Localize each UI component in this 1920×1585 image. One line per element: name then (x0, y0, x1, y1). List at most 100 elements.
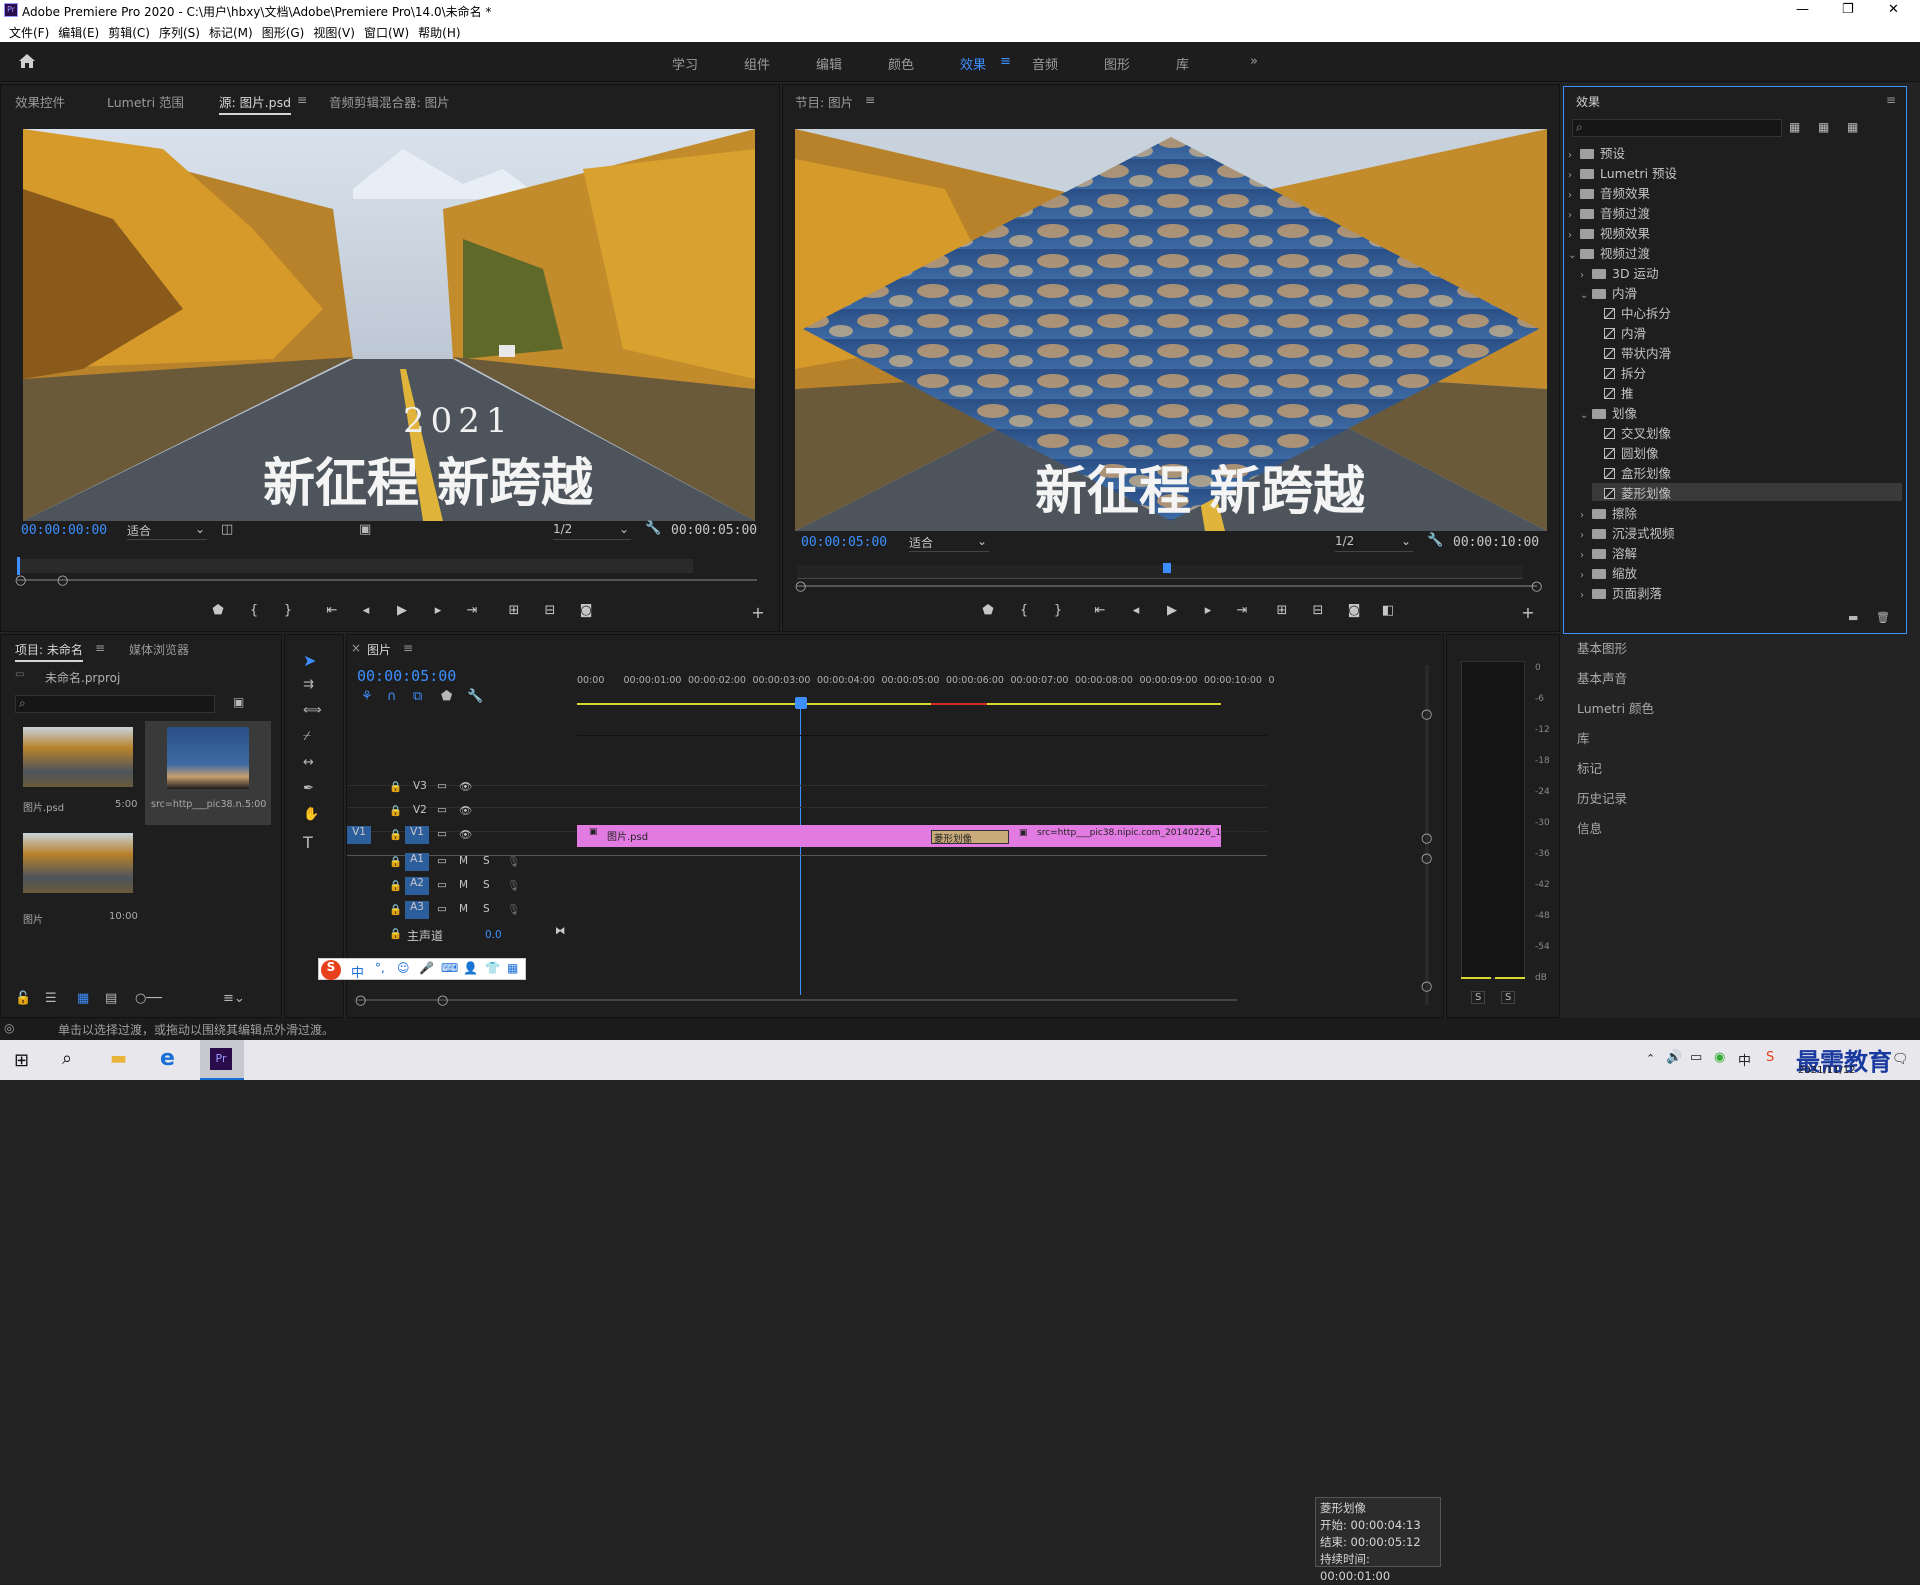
workspace-learn[interactable]: 学习 (672, 54, 698, 73)
eye-icon[interactable]: 👁 (459, 780, 472, 793)
snap-icon[interactable]: ∩ (387, 689, 397, 704)
tab-audio-clip-mixer[interactable]: 音频剪辑混合器: 图片 (329, 92, 450, 111)
tab-media-browser[interactable]: 媒体浏览器 (129, 641, 189, 658)
source-timecode-in[interactable]: 00:00:00:00 (21, 523, 107, 538)
wrench-icon[interactable]: 🔧 (1427, 533, 1443, 548)
track-v1-label[interactable]: V1 (405, 826, 429, 844)
solo-button[interactable]: S (483, 903, 490, 915)
add-button-icon[interactable]: + (1519, 603, 1537, 622)
menu-sequence[interactable]: 序列(S) (159, 24, 200, 41)
yuv-effects-icon[interactable]: ▦ (1847, 120, 1858, 134)
timeline-ruler[interactable]: 00:00 00:00:01:00 00:00:02:00 00:00:03:00 00… (577, 675, 1297, 691)
track-lock-icon[interactable]: 🔒 (389, 780, 402, 793)
workspace-assembly[interactable]: 组件 (744, 54, 770, 73)
source-resolution-select[interactable]: 1/2 ⌄ (553, 522, 631, 540)
mark-out-icon[interactable]: } (1049, 603, 1067, 618)
chevron-down-icon[interactable]: ⌄ (1580, 410, 1592, 421)
list-view-icon[interactable]: ☰ (45, 991, 57, 1006)
safe-margins-icon[interactable]: ◫ (221, 522, 233, 537)
effect-folder[interactable]: › 音频效果 (1568, 183, 1650, 201)
effect-item[interactable]: 带状内滑 (1592, 343, 1671, 361)
tab-lumetri-scopes[interactable]: Lumetri 范围 (107, 92, 184, 111)
freeform-view-icon[interactable]: ▤ (105, 991, 117, 1006)
linked-selection-icon[interactable]: ⧉ (413, 689, 422, 704)
panel-libraries[interactable]: 库 (1577, 728, 1590, 747)
close-sequence-icon[interactable]: × (351, 641, 361, 655)
pen-tool-icon[interactable]: ✒ (303, 781, 314, 796)
timeline-timecode[interactable]: 00:00:05:00 (357, 667, 456, 685)
go-to-out-icon[interactable]: ⇥ (1233, 603, 1251, 618)
panel-essential-sound[interactable]: 基本声音 (1577, 668, 1627, 687)
track-lock-icon[interactable]: 🔒 (389, 903, 402, 916)
chevron-right-icon[interactable]: › (1568, 150, 1580, 161)
track-sync-icon[interactable]: ▭ (437, 879, 447, 891)
chevron-right-icon[interactable]: › (1568, 230, 1580, 241)
effect-item[interactable]: 菱形划像 (1592, 483, 1902, 501)
volume-icon[interactable]: 🔊 (1666, 1050, 1682, 1065)
add-marker-icon[interactable]: ⬟ (209, 603, 227, 618)
work-area-bar[interactable] (577, 703, 1221, 705)
workspace-menu-icon[interactable]: ≡ (1000, 54, 1011, 69)
program-timecode-in[interactable]: 00:00:05:00 (801, 535, 887, 550)
mic-icon[interactable]: 🎙 (507, 903, 520, 916)
menu-view[interactable]: 视图(V) (313, 24, 355, 41)
effect-folder[interactable]: › 沉浸式视频 (1580, 523, 1675, 541)
step-back-icon[interactable]: ◂ (357, 603, 375, 618)
chevron-right-icon[interactable]: › (1580, 270, 1592, 281)
mute-button[interactable]: M (459, 855, 468, 867)
tab-program[interactable]: 节目: 图片 (795, 92, 853, 111)
meter-solo-right[interactable]: S (1501, 991, 1516, 1004)
delete-icon[interactable]: 🗑 (1876, 611, 1890, 624)
toolbox-icon[interactable]: ▦ (507, 961, 518, 975)
ripple-edit-tool-icon[interactable]: ⟺ (303, 703, 322, 718)
chevron-right-icon[interactable]: › (1568, 190, 1580, 201)
scroll-handle-icon[interactable]: ○ (1421, 979, 1432, 994)
play-icon[interactable]: ▶ (1163, 603, 1181, 618)
eye-icon[interactable]: 👁 (459, 828, 472, 841)
track-lock-icon[interactable]: 🔒 (389, 879, 402, 892)
wrench-icon[interactable]: 🔧 (645, 521, 661, 536)
32bit-effects-icon[interactable]: ▦ (1818, 120, 1829, 134)
project-menu-icon[interactable]: ≡ (95, 641, 105, 655)
effect-folder[interactable]: ⌄ 内滑 (1580, 283, 1637, 301)
minimize-button[interactable]: — (1796, 2, 1809, 17)
type-tool-icon[interactable]: T (303, 833, 313, 852)
track-a1-label[interactable]: A1 (405, 853, 429, 871)
camera-icon[interactable]: ◙ (1345, 603, 1363, 618)
effects-search-input[interactable]: ⌕ (1572, 119, 1782, 137)
extract-icon[interactable]: ⊟ (1309, 603, 1327, 618)
effect-folder[interactable]: › 溶解 (1580, 543, 1637, 561)
panel-markers[interactable]: 标记 (1577, 758, 1602, 777)
zoom-handle-right-icon[interactable]: ○ (437, 993, 448, 1008)
workspace-audio[interactable]: 音频 (1032, 54, 1058, 73)
emoji-icon[interactable]: ☺ (397, 961, 410, 975)
chevron-right-icon[interactable]: › (1580, 570, 1592, 581)
program-video-frame[interactable]: 新征程 新跨越 (795, 129, 1547, 531)
effect-folder[interactable]: › 擦除 (1580, 503, 1637, 521)
effect-folder[interactable]: ⌄ 划像 (1580, 403, 1637, 421)
workspace-editing[interactable]: 编辑 (816, 54, 842, 73)
comparison-view-icon[interactable]: ◧ (1379, 603, 1397, 618)
menu-help[interactable]: 帮助(H) (418, 24, 460, 41)
add-marker-icon[interactable]: ⬟ (979, 603, 997, 618)
mark-in-icon[interactable]: { (245, 603, 263, 618)
hand-tool-icon[interactable]: ✋ (303, 807, 319, 822)
step-forward-icon[interactable]: ▸ (429, 603, 447, 618)
chevron-right-icon[interactable]: › (1580, 550, 1592, 561)
maximize-button[interactable]: ❐ (1842, 2, 1854, 17)
project-search-input[interactable]: ⌕ (15, 695, 215, 713)
ime-mode[interactable]: 中 (351, 962, 364, 981)
effect-item[interactable]: 内滑 (1592, 323, 1646, 341)
source-zoom-bar[interactable] (17, 579, 757, 581)
track-output-icon[interactable]: ▭ (437, 780, 447, 792)
mark-out-icon[interactable]: } (279, 603, 297, 618)
icon-view-icon[interactable]: ▦ (77, 991, 89, 1006)
sogou-tray-icon[interactable]: S (1766, 1050, 1774, 1065)
track-lock-icon[interactable]: 🔒 (389, 927, 402, 940)
chevron-down-icon[interactable]: ⌄ (1568, 250, 1580, 261)
source-time-ruler[interactable] (17, 559, 693, 573)
mark-in-icon[interactable]: { (1015, 603, 1033, 618)
scroll-handle-icon[interactable]: ○ (1421, 831, 1432, 846)
project-item-selected[interactable]: src=http___pic38.n... 5:00 (145, 721, 271, 825)
keyboard-icon[interactable]: ⌨ (441, 961, 458, 975)
